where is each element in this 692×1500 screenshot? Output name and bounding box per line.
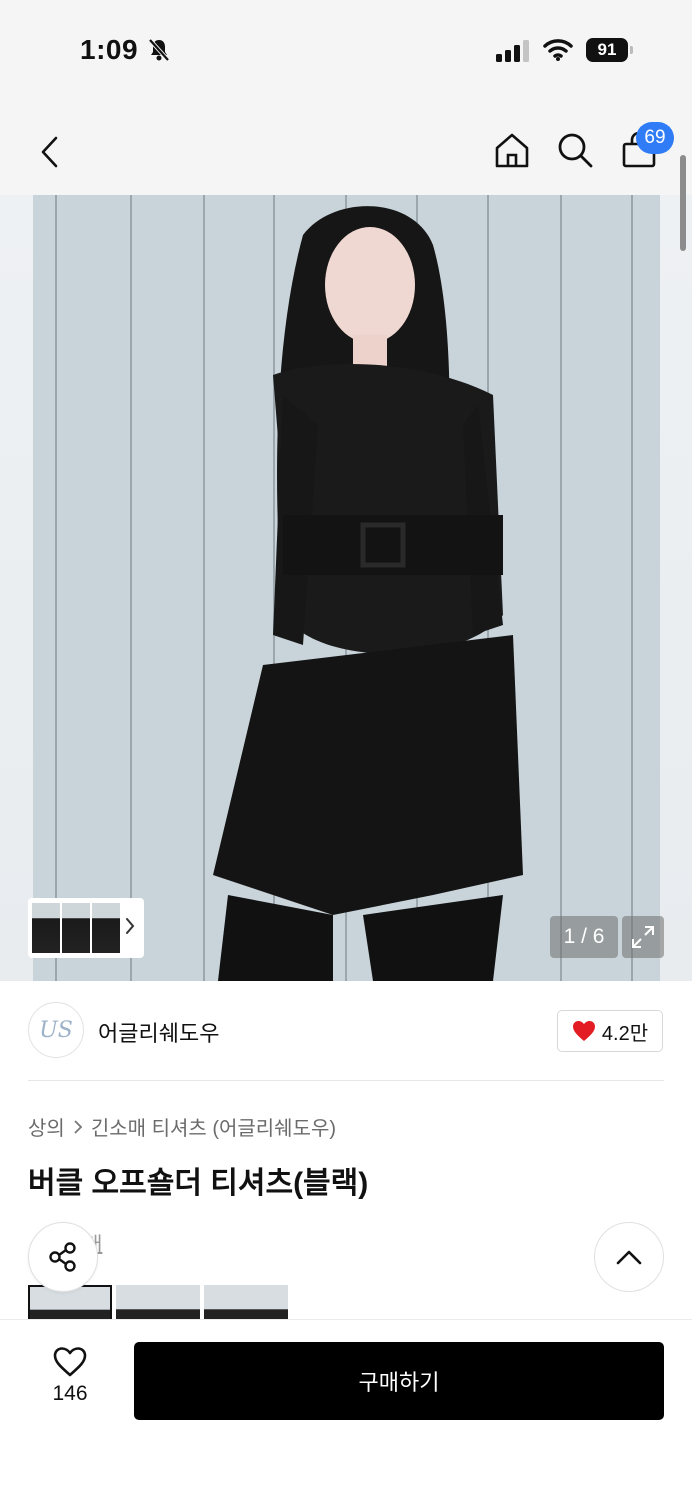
chevron-right-icon: [74, 1119, 83, 1134]
bell-slash-icon: [146, 37, 172, 68]
page-scrollbar[interactable]: [680, 155, 686, 251]
buy-button[interactable]: 구매하기: [134, 1342, 664, 1420]
status-time: 1:09: [80, 34, 139, 65]
wifi-icon: [543, 38, 573, 67]
divider: [28, 1080, 664, 1081]
product-image-gallery[interactable]: 1 / 6: [0, 195, 692, 981]
chevron-right-icon: [126, 918, 135, 934]
expand-icon: [632, 926, 654, 948]
brand-like-count: 4.2만: [601, 1022, 649, 1045]
thumbnail[interactable]: [32, 903, 60, 953]
brand-logo-text: US: [39, 1017, 73, 1043]
bottom-action-bar: 146 구매하기: [0, 1319, 692, 1500]
home-icon: [495, 133, 529, 168]
cart-count-badge: 69: [636, 122, 674, 154]
brand-like-button[interactable]: 4.2만: [557, 1010, 663, 1052]
product-photo: [33, 195, 660, 981]
top-navigation: [0, 100, 692, 195]
battery-tip: [630, 46, 633, 54]
breadcrumb-item[interactable]: 긴소매 티셔츠 (어글리쉐도우): [91, 1112, 336, 1141]
heart-outline-icon: [53, 1347, 87, 1377]
search-icon: [558, 133, 593, 168]
home-button[interactable]: [490, 128, 534, 172]
brand-logo[interactable]: US: [28, 1002, 84, 1058]
brand-row[interactable]: US 어글리쉐도우 4.2만: [0, 981, 692, 1081]
cellular-signal-icon: [496, 40, 532, 67]
brand-name[interactable]: 어글리쉐도우: [98, 1016, 219, 1048]
heart-filled-icon: [572, 1021, 595, 1041]
back-button[interactable]: [28, 130, 72, 174]
chevron-left-icon: [41, 136, 58, 168]
color-thumbnail[interactable]: [204, 1285, 288, 1319]
thumbnail[interactable]: [92, 903, 120, 953]
search-button[interactable]: [553, 128, 597, 172]
status-bar: 1:09 91: [0, 0, 692, 100]
wishlist-button[interactable]: 146: [30, 1346, 110, 1418]
share-icon: [49, 1242, 76, 1272]
scroll-to-top-button[interactable]: [594, 1222, 664, 1292]
wishlist-count: 146: [52, 1382, 88, 1405]
image-thumbnail-strip[interactable]: [28, 898, 144, 958]
product-title: 버클 오프숄더 티셔츠(블랙): [28, 1167, 369, 1200]
breadcrumb: 상의 긴소매 티셔츠 (어글리쉐도우): [28, 1112, 336, 1141]
breadcrumb-item[interactable]: 상의: [28, 1112, 65, 1141]
image-counter: 1 / 6: [550, 916, 618, 958]
share-button[interactable]: [28, 1222, 98, 1292]
chevron-up-icon: [616, 1250, 642, 1265]
thumbnail[interactable]: [62, 903, 90, 953]
battery-icon: 91: [586, 38, 628, 62]
color-thumbnail[interactable]: [116, 1285, 200, 1319]
expand-image-button[interactable]: [622, 916, 664, 958]
